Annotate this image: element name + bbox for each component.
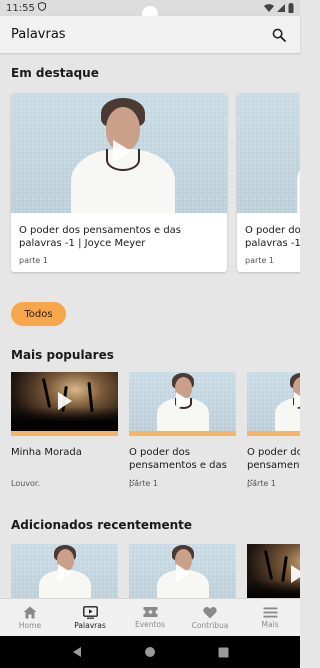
- status-time: 11:55: [6, 2, 35, 14]
- app-bar: Palavras: [0, 16, 300, 53]
- nav-label: Palavras: [74, 620, 106, 630]
- nav-label: Mais: [261, 619, 279, 629]
- nav-label: Home: [18, 620, 42, 630]
- play-icon: [113, 140, 131, 162]
- popular-card-title: Minha Morada: [11, 447, 82, 458]
- system-nav-bar: [0, 636, 300, 668]
- video-thumbnail: [129, 544, 236, 598]
- nav-item-mais[interactable]: Mais: [240, 599, 300, 636]
- video-thumbnail: [247, 372, 300, 431]
- signal-icon: [277, 4, 285, 12]
- status-right: [264, 3, 294, 13]
- battery-icon: [288, 3, 294, 13]
- search-icon: [272, 28, 286, 42]
- filter-chip-todos[interactable]: Todos: [11, 302, 66, 326]
- featured-card[interactable]: O poder dos pensamentos e das palavras -…: [237, 93, 300, 272]
- play-icon: [176, 392, 190, 410]
- video-thumbnail: [11, 372, 118, 431]
- recent-card[interactable]: [247, 544, 300, 598]
- nav-item-contribua[interactable]: Contribua: [180, 599, 240, 636]
- video-thumbnail: [129, 372, 236, 431]
- play-icon: [58, 392, 72, 410]
- status-bar: 11:55: [0, 0, 300, 22]
- nav-label: Contribua: [191, 620, 229, 630]
- play-icon: [291, 565, 300, 583]
- featured-card-title: O poder dos pensamentos e das palavras -…: [19, 225, 182, 249]
- nav-label: Eventos: [135, 620, 165, 629]
- recent-card[interactable]: [129, 544, 236, 598]
- video-thumbnail: [11, 544, 118, 598]
- menu-icon: [263, 607, 277, 617]
- popular-heading: Mais populares: [11, 348, 114, 362]
- featured-card-subtitle: parte 1: [245, 256, 274, 265]
- nav-item-home[interactable]: Home: [0, 599, 60, 636]
- shield-status-icon: [37, 1, 46, 14]
- popular-card[interactable]: O poder dos pensamentos e das ... parte …: [129, 372, 236, 490]
- ticket-icon: [143, 607, 157, 617]
- back-icon[interactable]: [71, 646, 83, 658]
- play-icon: [294, 392, 300, 410]
- featured-heading: Em destaque: [11, 66, 99, 80]
- recents-icon[interactable]: [218, 647, 229, 658]
- video-thumbnail: [11, 93, 227, 213]
- recent-card[interactable]: [11, 544, 118, 598]
- featured-card-subtitle: parte 1: [19, 256, 48, 265]
- nav-item-palavras[interactable]: Palavras: [60, 599, 120, 636]
- play-icon: [58, 564, 72, 582]
- content-scroll[interactable]: Em destaque O poder dos pensamentos e da…: [0, 53, 300, 598]
- bottom-nav: Home Palavras Eventos Contribua Mais: [0, 598, 300, 636]
- play-square-icon: [82, 605, 98, 619]
- popular-card-subtitle: parte 1: [129, 479, 158, 488]
- popular-card[interactable]: Minha Morada Louvor.: [11, 372, 118, 490]
- progress-bar: [247, 431, 300, 436]
- progress-bar: [11, 431, 118, 436]
- nav-item-eventos[interactable]: Eventos: [120, 599, 180, 636]
- heart-icon: [203, 606, 217, 618]
- search-button[interactable]: [269, 25, 289, 45]
- popular-card-subtitle: parte 1: [247, 479, 276, 488]
- popular-card-subtitle: Louvor.: [11, 479, 41, 488]
- video-thumbnail: [247, 544, 300, 598]
- page-title: Palavras: [11, 27, 66, 42]
- status-left: 11:55: [6, 1, 46, 14]
- featured-card-title: O poder dos pensamentos e das palavras -…: [245, 225, 300, 249]
- popular-card[interactable]: O poder dos pensamentos e das ... parte …: [247, 372, 300, 490]
- wifi-icon: [264, 4, 274, 12]
- home-icon: [23, 606, 37, 618]
- play-icon: [176, 564, 190, 582]
- home-circle-icon[interactable]: [144, 646, 156, 658]
- recent-heading: Adicionados recentemente: [11, 518, 193, 532]
- progress-bar: [129, 431, 236, 436]
- featured-card[interactable]: O poder dos pensamentos e das palavras -…: [11, 93, 227, 272]
- video-thumbnail: [237, 93, 300, 213]
